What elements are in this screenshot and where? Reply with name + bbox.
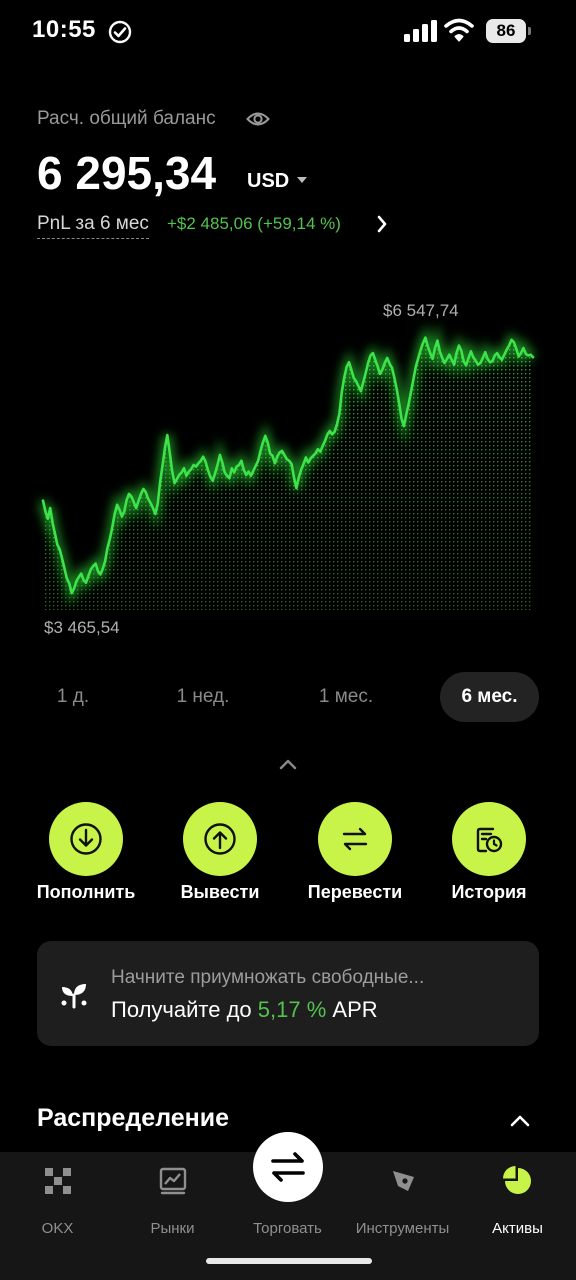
withdraw-label: Вывести: [180, 882, 260, 902]
assets-icon: [503, 1166, 531, 1194]
history-button[interactable]: История: [422, 802, 556, 912]
markets-icon: [159, 1167, 187, 1195]
chevron-up-icon[interactable]: [277, 756, 299, 772]
check-circle-icon: [108, 20, 132, 44]
nav-okx[interactable]: OKX: [0, 1162, 115, 1242]
tab-1m[interactable]: 1 мес.: [302, 672, 390, 722]
chevron-right-icon[interactable]: [374, 214, 390, 234]
history-icon: [476, 827, 503, 853]
battery-level: 86: [486, 19, 526, 43]
caret-down-icon[interactable]: [296, 176, 308, 184]
pnl-value: +$2 485,06 (+59,14 %): [167, 214, 341, 233]
promo-subtitle: Получайте до 5,17 % APR: [111, 997, 378, 1023]
status-time: 10:55: [32, 16, 96, 43]
withdraw-button[interactable]: Вывести: [153, 802, 287, 912]
pnl-period-label[interactable]: PnL за 6 мес: [37, 213, 149, 239]
battery-cap: [528, 27, 531, 35]
nav-tools[interactable]: Инструменты: [345, 1162, 460, 1242]
balance-amount: 6 295,34: [37, 147, 217, 199]
tab-1w[interactable]: 1 нед.: [160, 672, 246, 722]
deposit-circle[interactable]: [49, 802, 123, 876]
promo-subtitle-suffix: APR: [332, 997, 378, 1022]
home-indicator: [206, 1258, 372, 1264]
withdraw-circle[interactable]: [183, 802, 257, 876]
eye-icon[interactable]: [246, 109, 270, 129]
withdraw-icon: [204, 823, 236, 855]
deposit-button[interactable]: Пополнить: [19, 802, 153, 912]
trade-icon: [271, 1152, 305, 1182]
cellular-signal-icon: [404, 20, 437, 42]
nav-markets[interactable]: Рынки: [115, 1162, 230, 1242]
nav-tools-label: Инструменты: [355, 1220, 450, 1237]
trade-button[interactable]: [253, 1132, 323, 1202]
transfer-button[interactable]: Перевести: [288, 802, 422, 912]
history-label: История: [451, 882, 527, 902]
balance-chart: [38, 323, 537, 610]
sprout-icon: [61, 984, 87, 1009]
promo-subtitle-prefix: Получайте до: [111, 997, 252, 1022]
period-tabs: 1 д. 1 нед. 1 мес. 6 мес.: [0, 672, 576, 722]
status-bar: 10:55 86: [0, 0, 576, 64]
nav-okx-label: OKX: [41, 1220, 74, 1237]
tab-6m[interactable]: 6 мес.: [440, 672, 539, 722]
currency-selector[interactable]: USD: [247, 170, 289, 193]
balance-label: Расч. общий баланс: [37, 108, 216, 129]
deposit-icon: [70, 823, 102, 855]
battery-indicator: 86: [486, 19, 532, 43]
nav-assets[interactable]: Активы: [460, 1162, 575, 1242]
deposit-label: Пополнить: [36, 882, 136, 902]
okx-logo-icon: [45, 1168, 71, 1194]
promo-title: Начните приумножать свободные...: [111, 967, 425, 988]
nav-trade-label: Торговать: [253, 1220, 322, 1237]
transfer-label: Перевести: [307, 882, 403, 902]
tools-icon: [393, 1171, 414, 1191]
wifi-icon: [444, 18, 474, 42]
chart-max-label: $6 547,74: [383, 301, 459, 320]
nav-markets-label: Рынки: [150, 1220, 195, 1237]
allocation-section-title: Распределение: [37, 1104, 230, 1132]
earn-promo-card[interactable]: Начните приумножать свободные... Получай…: [37, 941, 539, 1046]
nav-assets-label: Активы: [492, 1220, 543, 1237]
chart-area-fill: [43, 337, 533, 610]
promo-rate: 5,17 %: [257, 997, 327, 1022]
chart-min-label: $3 465,54: [44, 618, 120, 637]
tab-1d[interactable]: 1 д.: [40, 672, 106, 722]
transfer-circle[interactable]: [318, 802, 392, 876]
history-circle[interactable]: [452, 802, 526, 876]
transfer-icon: [342, 827, 368, 851]
chevron-up-icon[interactable]: [509, 1112, 531, 1128]
